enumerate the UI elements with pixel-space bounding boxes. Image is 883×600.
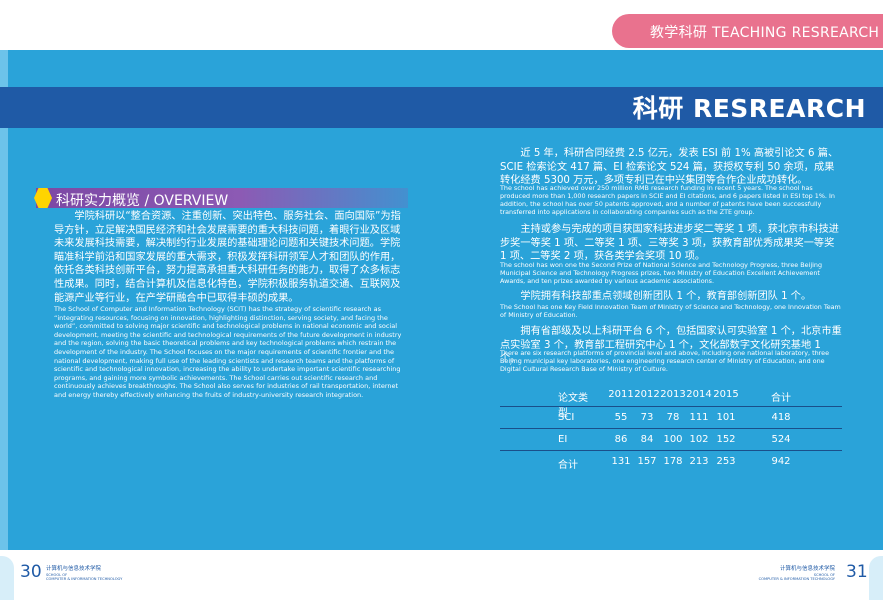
section-tab-label: 教学科研 TEACHING RESREARCH	[650, 25, 880, 41]
table-header-cell: 2011	[608, 389, 634, 400]
footer-school-right: 计算机与信息技术学院 SCHOOL OF COMPUTER & INFORMAT…	[759, 566, 835, 582]
table-header-cell: 2014	[686, 389, 712, 400]
table-cell: 213	[689, 456, 709, 467]
footer-left-accent	[0, 556, 14, 600]
title-band: 科研 RESREARCH	[0, 87, 883, 128]
table-cell: 418	[771, 412, 791, 423]
table-cell: 178	[663, 456, 683, 467]
page-number-left: 30	[20, 562, 42, 582]
table-cell: 524	[771, 434, 791, 445]
table-cell: 253	[716, 456, 736, 467]
table-cell: SCI	[558, 412, 575, 423]
teams-text-en: The School has one Key Field Innovation …	[500, 303, 841, 319]
overview-text-cn: 学院科研以“整合资源、注重创新、突出特色、服务社会、面向国际”为指导方针，立足解…	[54, 211, 401, 304]
table-cell: 84	[640, 434, 654, 445]
platforms-text-en: There are six research platforms of prov…	[500, 349, 830, 373]
funding-text-cn: 近 5 年，科研合同经费 2.5 亿元，发表 ESI 前 1% 高被引论文 6 …	[500, 148, 839, 187]
footer-right-accent	[869, 556, 883, 600]
table-cell: 101	[716, 412, 736, 423]
awards-text-cn: 主持或参与完成的项目获国家科技进步奖二等奖 1 项，获北京市科技进步奖一等奖 1…	[500, 224, 839, 263]
table-header-cell: 合计	[771, 393, 791, 404]
page-number-right: 31	[846, 562, 868, 582]
table-header-cell: 2015	[713, 389, 739, 400]
papers-table: 论文类型 2011 2012 2013 2014 2015 合计 SCI 55 …	[500, 384, 842, 473]
table-row: 合计 131 157 178 213 253 942	[500, 451, 842, 473]
overview-text-en: The School of Computer and Information T…	[54, 305, 402, 399]
school-name-cn: 计算机与信息技术学院	[779, 566, 835, 572]
table-header-cell: 2013	[660, 389, 686, 400]
school-name-cn: 计算机与信息技术学院	[46, 566, 102, 572]
school-name-en-2: COMPUTER & INFORMATION TECHNOLOGY	[46, 577, 123, 582]
funding-text-en: The school has achieved over 250 million…	[500, 184, 835, 216]
table-cell: 131	[611, 456, 631, 467]
table-cell: 100	[663, 434, 683, 445]
section-tab: 教学科研 TEACHING RESREARCH	[612, 14, 883, 48]
footer-band	[0, 550, 883, 600]
table-header-cell: 2012	[634, 389, 660, 400]
table-cell: 合计	[558, 460, 578, 471]
footer-school-left: 计算机与信息技术学院 SCHOOL OF COMPUTER & INFORMAT…	[46, 566, 122, 582]
table-cell: 152	[716, 434, 736, 445]
table-cell: 157	[637, 456, 657, 467]
table-cell: 86	[614, 434, 628, 445]
table-row: EI 86 84 100 102 152 524	[500, 429, 842, 451]
teams-text-cn: 学院拥有科技部重点领域创新团队 1 个，教育部创新团队 1 个。	[520, 291, 812, 302]
awards-text-en: The school has won one the Second Prize …	[500, 261, 822, 285]
table-cell: 73	[640, 412, 654, 423]
table-cell: EI	[558, 434, 568, 445]
overview-title: 科研实力概览 / OVERVIEW	[56, 193, 229, 209]
page-title: 科研 RESREARCH	[632, 94, 866, 123]
table-cell: 78	[666, 412, 680, 423]
school-name-en-2: COMPUTER & INFORMATION TECHNOLOGY	[758, 577, 835, 582]
table-header-row: 论文类型 2011 2012 2013 2014 2015 合计	[500, 384, 842, 419]
table-row: SCI 55 73 78 111 101 418	[500, 407, 842, 429]
table-cell: 942	[771, 456, 791, 467]
table-cell: 111	[689, 412, 709, 423]
table-cell: 102	[689, 434, 709, 445]
table-cell: 55	[614, 412, 628, 423]
